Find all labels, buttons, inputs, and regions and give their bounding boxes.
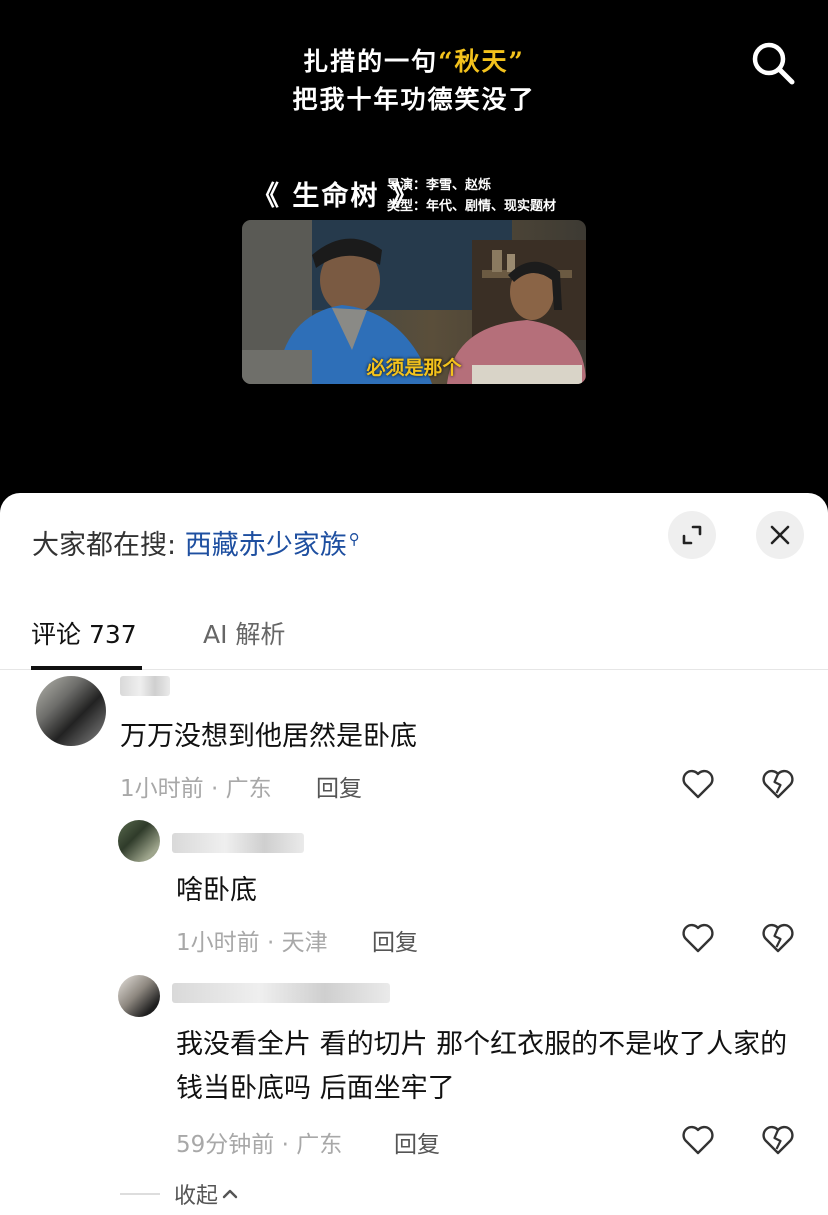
comment-meta: 59分钟前 · 广东 bbox=[176, 1132, 343, 1158]
movie-genre: 类型：年代、剧情、现实题材 bbox=[387, 199, 557, 214]
movie-still: 必须是那个 bbox=[242, 220, 586, 384]
still-subtitle: 必须是那个 bbox=[366, 357, 462, 379]
hot-search-label: 大家都在搜: bbox=[32, 530, 177, 561]
title-close-quote: ” bbox=[508, 47, 525, 76]
movie-director: 导演：李雪、赵烁 bbox=[387, 178, 492, 193]
video-title-line2: 把我十年功德笑没了 bbox=[292, 85, 536, 114]
broken-heart-icon[interactable] bbox=[761, 922, 795, 954]
small-search-icon: ⚲ bbox=[348, 530, 360, 548]
title-highlight: 秋天 bbox=[454, 47, 509, 76]
tab-comments[interactable]: 评论 737 bbox=[31, 615, 137, 651]
username-blurred[interactable] bbox=[120, 676, 170, 696]
comment-meta: 1小时前 · 广东 bbox=[120, 776, 272, 802]
close-icon bbox=[770, 525, 790, 545]
collapse-replies-button[interactable]: 收起 bbox=[120, 1179, 238, 1209]
hot-search-keyword[interactable]: 西藏赤少家族 bbox=[185, 530, 347, 561]
reply-button[interactable]: 回复 bbox=[372, 923, 418, 957]
heart-icon[interactable] bbox=[681, 768, 715, 800]
heart-icon[interactable] bbox=[681, 922, 715, 954]
search-icon[interactable] bbox=[750, 40, 796, 86]
comments-sheet: 大家都在搜: 西藏赤少家族 ⚲ 评论 737 AI 解析 万万没想到他居然是卧底 … bbox=[0, 493, 828, 1215]
comment-tabs: 评论 737 AI 解析 bbox=[0, 611, 828, 670]
expand-button[interactable] bbox=[668, 511, 716, 559]
reply-button[interactable]: 回复 bbox=[394, 1125, 440, 1159]
username-blurred[interactable] bbox=[172, 983, 390, 1003]
comment-meta: 1小时前 · 天津 bbox=[176, 930, 328, 956]
chevron-up-icon bbox=[222, 1189, 238, 1199]
expand-icon bbox=[682, 525, 702, 545]
collapse-divider bbox=[120, 1193, 160, 1195]
hot-search-bar[interactable]: 大家都在搜: 西藏赤少家族 ⚲ bbox=[32, 523, 360, 562]
heart-icon[interactable] bbox=[681, 1124, 715, 1156]
video-player[interactable]: 扎措的一句“秋天” 把我十年功德笑没了 《 生命树 》 导演：李雪、赵烁 类型：… bbox=[0, 0, 828, 520]
close-button[interactable] bbox=[756, 511, 804, 559]
broken-heart-icon[interactable] bbox=[761, 768, 795, 800]
comment-text: 我没看全片 看的切片 那个红衣服的不是收了人家的钱当卧底吗 后面坐牢了 bbox=[176, 1029, 788, 1104]
reply-button[interactable]: 回复 bbox=[316, 769, 362, 803]
avatar[interactable] bbox=[36, 676, 106, 746]
collapse-label: 收起 bbox=[174, 1184, 219, 1209]
title-prefix: 扎措的一句 bbox=[303, 47, 439, 76]
video-title-line1: 扎措的一句“秋天” bbox=[0, 42, 828, 78]
tab-ai-analysis[interactable]: AI 解析 bbox=[203, 615, 285, 651]
avatar[interactable] bbox=[118, 975, 160, 1017]
comment-text: 啥卧底 bbox=[176, 875, 257, 906]
tab-active-indicator bbox=[31, 666, 142, 670]
avatar[interactable] bbox=[118, 820, 160, 862]
title-open-quote: “ bbox=[438, 47, 455, 76]
comment-text: 万万没想到他居然是卧底 bbox=[120, 721, 417, 752]
username-blurred[interactable] bbox=[172, 833, 304, 853]
broken-heart-icon[interactable] bbox=[761, 1124, 795, 1156]
